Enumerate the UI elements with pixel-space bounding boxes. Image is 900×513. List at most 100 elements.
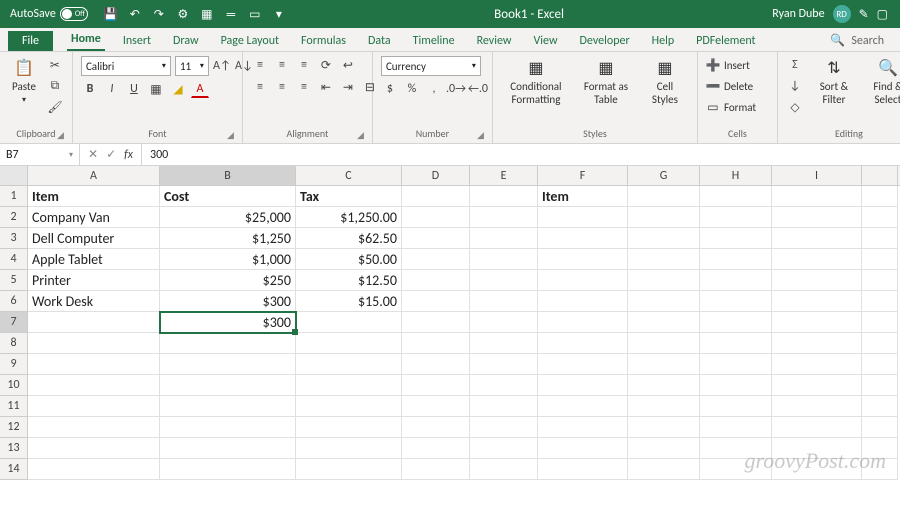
accounting-icon[interactable]: $ xyxy=(381,80,399,98)
cell[interactable]: Item xyxy=(538,186,628,207)
cell[interactable]: Printer xyxy=(28,270,160,291)
italic-button[interactable]: I xyxy=(103,80,121,98)
cell[interactable] xyxy=(470,186,538,207)
cell[interactable] xyxy=(772,186,862,207)
tab-draw[interactable]: Draw xyxy=(169,31,203,51)
cell[interactable] xyxy=(28,417,160,438)
cell[interactable] xyxy=(862,354,898,375)
cell[interactable] xyxy=(402,417,470,438)
row-header[interactable]: 11 xyxy=(0,396,28,417)
dialog-launcher-icon[interactable]: ◢ xyxy=(357,130,364,141)
cell[interactable] xyxy=(538,417,628,438)
cell[interactable]: Dell Computer xyxy=(28,228,160,249)
cell[interactable] xyxy=(628,375,700,396)
cell[interactable] xyxy=(700,396,772,417)
fill-color-icon[interactable]: ◢ xyxy=(169,80,187,98)
cell[interactable] xyxy=(628,207,700,228)
cell[interactable] xyxy=(700,249,772,270)
cell[interactable] xyxy=(772,270,862,291)
cell[interactable] xyxy=(628,291,700,312)
cell[interactable] xyxy=(402,270,470,291)
cell[interactable]: $12.50 xyxy=(296,270,402,291)
align-bottom-icon[interactable]: ≡ xyxy=(295,56,313,74)
cell[interactable] xyxy=(628,249,700,270)
cut-icon[interactable]: ✂ xyxy=(46,56,64,74)
tab-pdfelement[interactable]: PDFelement xyxy=(692,31,759,51)
format-cells-button[interactable]: ▭Format xyxy=(706,98,756,116)
cell[interactable] xyxy=(538,291,628,312)
cell[interactable] xyxy=(402,291,470,312)
tab-home[interactable]: Home xyxy=(67,29,105,51)
cell[interactable] xyxy=(28,312,160,333)
cell[interactable] xyxy=(296,396,402,417)
cell[interactable] xyxy=(628,417,700,438)
cell[interactable] xyxy=(538,249,628,270)
tab-page-layout[interactable]: Page Layout xyxy=(217,31,283,51)
cell[interactable] xyxy=(862,291,898,312)
qat-icon[interactable]: ▭ xyxy=(248,7,262,21)
cell[interactable] xyxy=(160,354,296,375)
cell[interactable] xyxy=(862,207,898,228)
row-header[interactable]: 7 xyxy=(0,312,28,333)
cell[interactable] xyxy=(402,228,470,249)
row-header[interactable]: 6 xyxy=(0,291,28,312)
autosum-icon[interactable]: Σ xyxy=(786,56,804,74)
row-header[interactable]: 4 xyxy=(0,249,28,270)
cell[interactable] xyxy=(28,354,160,375)
font-size-combo[interactable]: 11▾ xyxy=(175,56,209,76)
col-header[interactable]: D xyxy=(402,166,470,185)
cell[interactable] xyxy=(402,186,470,207)
paste-button[interactable]: 📋 Paste ▾ xyxy=(8,56,40,107)
cell[interactable] xyxy=(628,186,700,207)
row-header[interactable]: 1 xyxy=(0,186,28,207)
grow-font-icon[interactable]: A↑ xyxy=(213,57,231,75)
sort-filter-button[interactable]: ⇅Sort & Filter xyxy=(810,56,858,108)
cell[interactable] xyxy=(296,354,402,375)
cell[interactable] xyxy=(470,438,538,459)
decrease-decimal-icon[interactable]: ←.0 xyxy=(469,80,487,98)
tab-insert[interactable]: Insert xyxy=(119,31,155,51)
cell[interactable] xyxy=(628,270,700,291)
cell[interactable]: $300 xyxy=(160,312,296,333)
cell[interactable] xyxy=(700,459,772,480)
cell[interactable] xyxy=(862,396,898,417)
cell[interactable] xyxy=(28,459,160,480)
row-header[interactable]: 9 xyxy=(0,354,28,375)
cell[interactable]: $250 xyxy=(160,270,296,291)
cell[interactable] xyxy=(862,312,898,333)
cell[interactable] xyxy=(862,270,898,291)
cell[interactable]: Work Desk xyxy=(28,291,160,312)
find-select-button[interactable]: 🔍Find & Select xyxy=(864,56,900,108)
cell[interactable] xyxy=(402,396,470,417)
cell[interactable] xyxy=(402,375,470,396)
cell[interactable] xyxy=(700,438,772,459)
cell[interactable] xyxy=(296,375,402,396)
copy-icon[interactable]: ⧉ xyxy=(46,77,64,95)
align-center-icon[interactable]: ≡ xyxy=(273,78,291,96)
cell[interactable] xyxy=(402,438,470,459)
avatar[interactable]: RD xyxy=(833,5,851,23)
cell[interactable] xyxy=(772,291,862,312)
cell[interactable] xyxy=(470,396,538,417)
cell[interactable] xyxy=(402,312,470,333)
cell[interactable] xyxy=(700,375,772,396)
tab-review[interactable]: Review xyxy=(473,31,516,51)
align-left-icon[interactable]: ≡ xyxy=(251,78,269,96)
row-header[interactable]: 12 xyxy=(0,417,28,438)
cell[interactable] xyxy=(772,459,862,480)
cell[interactable] xyxy=(470,417,538,438)
tab-data[interactable]: Data xyxy=(364,31,395,51)
cell-styles-button[interactable]: ▦Cell Styles xyxy=(641,56,689,108)
cancel-icon[interactable]: ✕ xyxy=(88,147,98,162)
delete-cells-button[interactable]: ➖Delete xyxy=(706,77,756,95)
row-header[interactable]: 13 xyxy=(0,438,28,459)
redo-icon[interactable]: ↷ xyxy=(152,7,166,21)
dialog-launcher-icon[interactable]: ◢ xyxy=(227,130,234,141)
cell[interactable] xyxy=(470,207,538,228)
cell[interactable] xyxy=(538,459,628,480)
cell[interactable]: $25,000 xyxy=(160,207,296,228)
cell[interactable] xyxy=(538,396,628,417)
cell[interactable] xyxy=(700,186,772,207)
fx-icon[interactable]: fx xyxy=(124,148,133,162)
cell[interactable] xyxy=(862,417,898,438)
